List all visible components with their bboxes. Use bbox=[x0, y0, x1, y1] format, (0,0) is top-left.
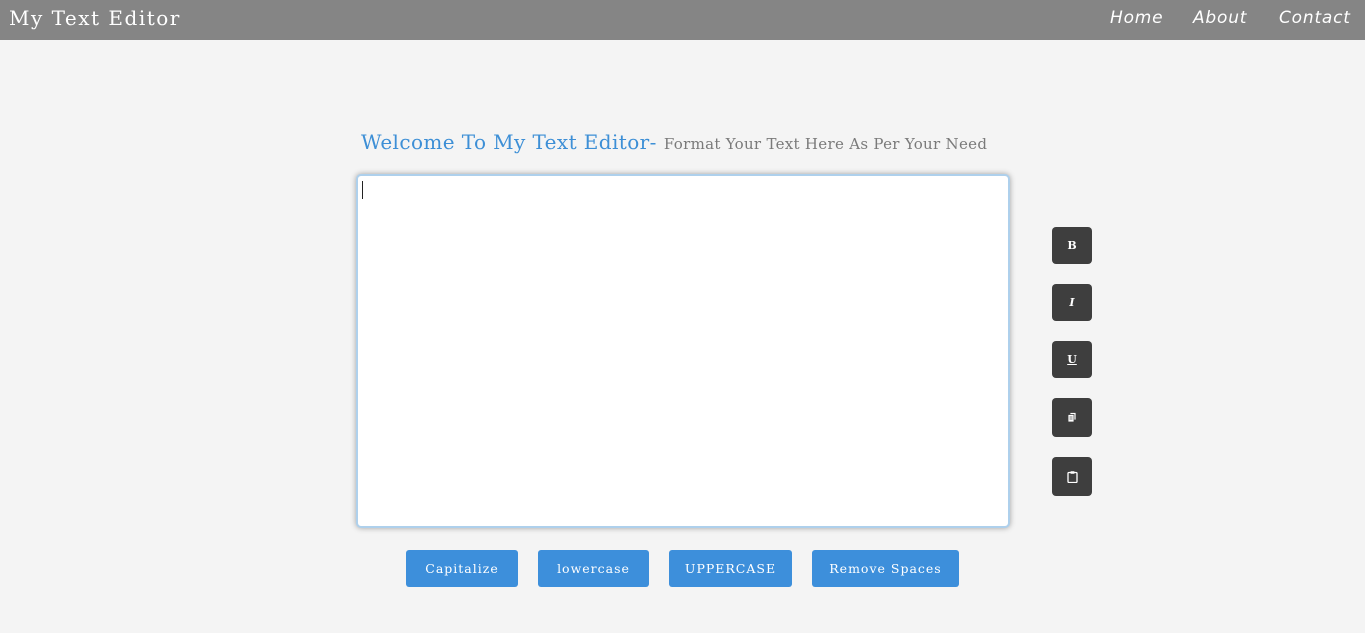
underline-button-label: U bbox=[1067, 353, 1077, 366]
nav-link-home[interactable]: Home bbox=[1110, 8, 1163, 28]
capitalize-button[interactable]: Capitalize bbox=[406, 550, 518, 587]
paste-button[interactable] bbox=[1052, 457, 1092, 496]
remove-spaces-button[interactable]: Remove Spaces bbox=[812, 550, 959, 587]
clipboard-icon bbox=[1066, 470, 1078, 483]
brand-title[interactable]: My Text Editor bbox=[9, 6, 181, 30]
heading-title: Welcome To My Text Editor- bbox=[361, 130, 657, 154]
nav-link-contact[interactable]: Contact bbox=[1279, 8, 1351, 28]
nav-link-about[interactable]: About bbox=[1193, 8, 1247, 28]
copy-icon bbox=[1067, 412, 1077, 423]
underline-button[interactable]: U bbox=[1052, 341, 1092, 378]
italic-button-label: I bbox=[1069, 296, 1075, 309]
page-heading: Welcome To My Text Editor- Format Your T… bbox=[361, 130, 987, 154]
text-editor-input[interactable] bbox=[356, 174, 1010, 528]
heading-subtitle: Format Your Text Here As Per Your Need bbox=[663, 135, 988, 153]
copy-button[interactable] bbox=[1052, 398, 1092, 437]
text-cursor bbox=[362, 181, 363, 199]
italic-button[interactable]: I bbox=[1052, 284, 1092, 321]
navbar: My Text Editor Home About Contact bbox=[0, 0, 1365, 40]
uppercase-button[interactable]: UPPERCASE bbox=[669, 550, 792, 587]
bold-button-label: B bbox=[1067, 239, 1077, 252]
bold-button[interactable]: B bbox=[1052, 227, 1092, 264]
lowercase-button[interactable]: lowercase bbox=[538, 550, 649, 587]
